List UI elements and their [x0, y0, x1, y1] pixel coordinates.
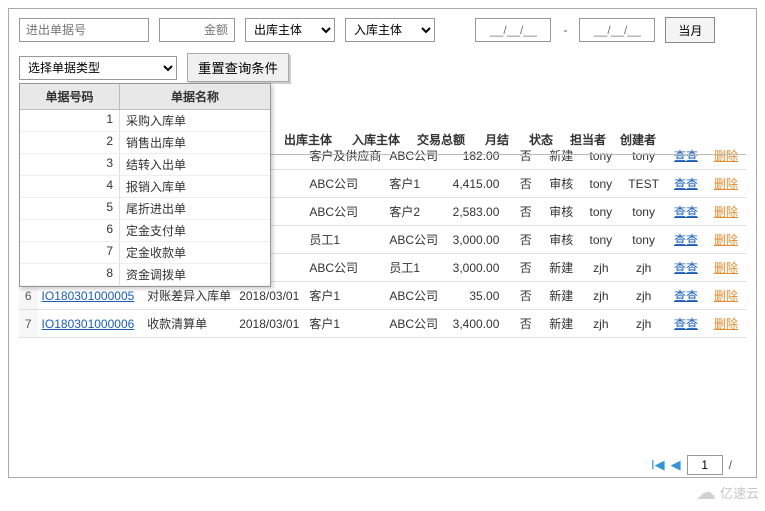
- th-amount: 交易总额: [407, 125, 475, 154]
- doc-type-dropdown[interactable]: 单据号码 单据名称 1采购入库单2销售出库单3结转入出单4报销入库单5尾折进出单…: [19, 83, 271, 287]
- dropdown-item[interactable]: 6定金支付单: [20, 220, 270, 242]
- dropdown-col-num: 单据号码: [20, 84, 120, 109]
- dropdown-col-name: 单据名称: [120, 84, 270, 109]
- cloud-icon: ☁: [696, 480, 716, 505]
- delete-link[interactable]: 删除: [714, 261, 738, 275]
- watermark-text: 亿速云: [720, 483, 759, 502]
- doc-link[interactable]: IO180301000006: [42, 317, 135, 331]
- current-month-button[interactable]: 当月: [665, 17, 715, 43]
- edit-link[interactable]: 查查: [674, 261, 698, 275]
- date-dash: -: [563, 23, 567, 37]
- filter-panel: 出库主体 入库主体 - 当月 选择单据类型 重置查询条件 单据号码 单据名称 1…: [8, 8, 757, 478]
- doc-no-input[interactable]: [19, 18, 149, 42]
- dropdown-item[interactable]: 8资金调拨单: [20, 264, 270, 286]
- reset-button[interactable]: 重置查询条件: [187, 53, 289, 82]
- table-header: 出库主体 入库主体 交易总额 月结 状态 担当者 创建者: [271, 125, 746, 155]
- th-owner: 担当者: [563, 125, 613, 154]
- delete-link[interactable]: 删除: [714, 317, 738, 331]
- edit-link[interactable]: 查查: [674, 317, 698, 331]
- dropdown-item[interactable]: 3结转入出单: [20, 154, 270, 176]
- pager: I◀ ◀ /: [651, 455, 732, 475]
- pager-page-input[interactable]: [687, 455, 723, 475]
- th-in: 入库主体: [345, 125, 407, 154]
- pager-slash: /: [729, 458, 732, 472]
- edit-link[interactable]: 查查: [674, 233, 698, 247]
- out-subject-select[interactable]: 出库主体: [245, 18, 335, 42]
- delete-link[interactable]: 删除: [714, 205, 738, 219]
- edit-link[interactable]: 查查: [674, 177, 698, 191]
- dropdown-item[interactable]: 2销售出库单: [20, 132, 270, 154]
- doc-link[interactable]: IO180301000005: [42, 289, 135, 303]
- amount-input[interactable]: [159, 18, 235, 42]
- dropdown-item[interactable]: 7定金收款单: [20, 242, 270, 264]
- in-subject-select[interactable]: 入库主体: [345, 18, 435, 42]
- pager-first-icon[interactable]: I◀: [651, 457, 665, 473]
- dropdown-header: 单据号码 单据名称: [20, 84, 270, 110]
- dropdown-item[interactable]: 1采购入库单: [20, 110, 270, 132]
- th-creator: 创建者: [613, 125, 663, 154]
- date-to-input[interactable]: [579, 18, 655, 42]
- delete-link[interactable]: 删除: [714, 177, 738, 191]
- date-from-input[interactable]: [475, 18, 551, 42]
- edit-link[interactable]: 查查: [674, 289, 698, 303]
- dropdown-item[interactable]: 4报销入库单: [20, 176, 270, 198]
- doc-type-select[interactable]: 选择单据类型: [19, 56, 177, 80]
- th-status: 状态: [519, 125, 563, 154]
- filter-row-1: 出库主体 入库主体 - 当月: [19, 17, 746, 43]
- pager-prev-icon[interactable]: ◀: [671, 457, 681, 473]
- watermark: ☁ 亿速云: [696, 480, 759, 505]
- table-row: 7IO180301000006收款清算单2018/03/01客户1ABC公司3,…: [19, 310, 746, 338]
- delete-link[interactable]: 删除: [714, 233, 738, 247]
- dropdown-item[interactable]: 5尾折进出单: [20, 198, 270, 220]
- th-out: 出库主体: [271, 125, 345, 154]
- edit-link[interactable]: 查查: [674, 205, 698, 219]
- delete-link[interactable]: 删除: [714, 289, 738, 303]
- th-month: 月结: [475, 125, 519, 154]
- filter-row-2: 选择单据类型 重置查询条件: [19, 53, 746, 82]
